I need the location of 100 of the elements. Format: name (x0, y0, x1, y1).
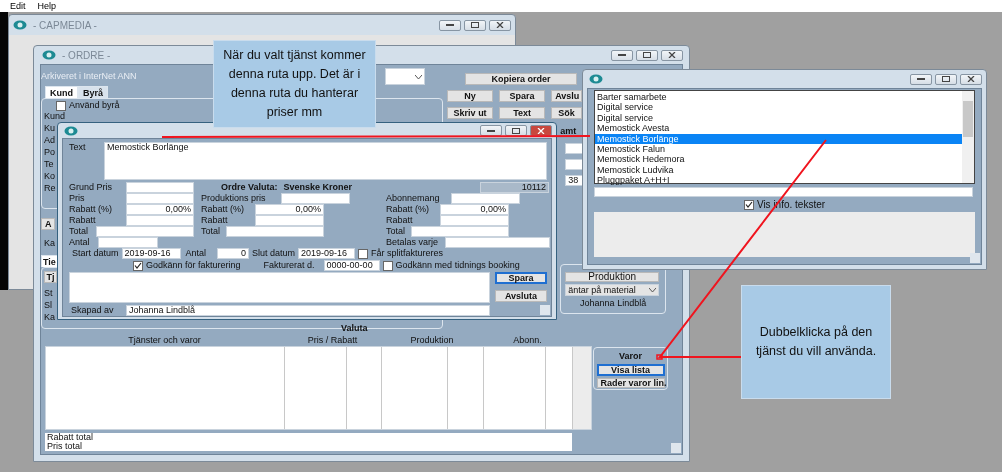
resize-grip[interactable] (970, 253, 980, 263)
minimize-icon (618, 53, 626, 57)
list-item[interactable]: Memostick Ludvika (595, 164, 962, 176)
button[interactable]: Visa lista (596, 364, 665, 376)
input-field[interactable] (226, 226, 324, 237)
date-field[interactable]: 2019-09-16 (121, 248, 181, 259)
input-field[interactable] (440, 215, 509, 226)
button[interactable]: Spara (495, 272, 547, 284)
date-field[interactable]: 2019-09-16 (298, 248, 356, 259)
input-field[interactable] (126, 193, 194, 204)
text-area[interactable]: Memostick Borlänge (104, 142, 547, 180)
menu-item[interactable]: Help (37, 0, 57, 12)
field-label: Ka (44, 312, 55, 323)
field-label: Rabatt (%) (386, 204, 430, 215)
list-item[interactable]: Memostick Borlänge (595, 133, 962, 144)
maximize-icon (942, 76, 950, 82)
field-label: Rabatt (%) (201, 204, 245, 215)
maximize-button[interactable] (505, 125, 527, 136)
checkbox[interactable] (133, 260, 143, 271)
button[interactable]: Ny (447, 90, 494, 102)
checkbox[interactable] (56, 100, 66, 111)
list-item[interactable]: Memostick Falun (595, 143, 962, 155)
column-header: Tjänster och varor (127, 335, 202, 346)
button[interactable]: Avsluta (495, 290, 547, 302)
input-field[interactable]: Johanna Lindblå (126, 305, 490, 316)
close-button[interactable] (960, 73, 982, 85)
list-item[interactable]: Digital service (595, 112, 962, 124)
field-label: Fakturerat d. (263, 260, 315, 271)
field-label: Te (44, 159, 54, 170)
input-field[interactable] (126, 182, 194, 193)
checkbox[interactable] (382, 260, 393, 271)
close-button[interactable] (530, 125, 552, 136)
button[interactable]: Tj (44, 271, 57, 283)
close-icon (496, 22, 504, 28)
list-item[interactable]: Digital service (595, 102, 962, 113)
list-item[interactable]: Memostick Hedemora (595, 154, 962, 165)
maximize-button[interactable] (636, 49, 658, 61)
tab[interactable]: Kund (45, 86, 78, 98)
date-field[interactable]: 0000-00-00 (323, 260, 380, 271)
input-field[interactable] (445, 237, 550, 248)
input-field[interactable]: 0,00% (255, 204, 324, 215)
search-field[interactable] (594, 187, 973, 197)
logo-icon (13, 20, 27, 30)
status-dropdown[interactable]: äntar på material (565, 284, 660, 296)
button[interactable]: Sök (551, 107, 583, 119)
input-field[interactable] (255, 215, 324, 226)
column-header: Pris / Rabatt (306, 335, 359, 346)
scrollbar[interactable] (573, 347, 591, 429)
close-icon (537, 127, 545, 134)
scrollbar[interactable] (962, 91, 974, 183)
field-label: Rabatt (201, 215, 229, 226)
button[interactable]: Spara (499, 90, 546, 102)
resize-grip[interactable] (671, 443, 681, 453)
field-label: Produktions pris (201, 193, 267, 204)
tab[interactable]: Tie (41, 255, 58, 267)
list-item[interactable]: Barter samarbete (595, 92, 962, 103)
field-label: Text (69, 142, 87, 153)
button[interactable]: A (41, 218, 55, 230)
production-header[interactable]: Produktion (565, 272, 660, 282)
field-label: Total (69, 226, 89, 237)
field-label: Antal (69, 237, 91, 248)
checkbox[interactable] (743, 199, 754, 210)
button[interactable]: Avslu (551, 90, 583, 102)
maximize-icon (512, 127, 520, 134)
close-button[interactable] (661, 49, 683, 61)
menu-item[interactable]: Edit (10, 0, 26, 12)
maximize-icon (471, 22, 479, 28)
checkbox[interactable] (358, 248, 369, 259)
minimize-button[interactable] (439, 19, 461, 31)
input-field[interactable]: 0 (217, 248, 250, 259)
close-button[interactable] (489, 19, 511, 31)
list-item[interactable]: Pluggpaket A+H+I (595, 175, 962, 186)
input-field[interactable] (451, 193, 520, 204)
list-item[interactable]: Memostick Avesta (595, 123, 962, 134)
input-field[interactable] (281, 193, 350, 204)
input-field[interactable] (126, 215, 194, 226)
field-label: Sl (44, 300, 52, 311)
logo-icon (589, 74, 603, 84)
resize-grip[interactable] (540, 305, 550, 315)
scrollbar-thumb[interactable] (963, 101, 973, 137)
button[interactable]: Rader varor lin. (596, 378, 665, 388)
button[interactable]: Text (499, 107, 546, 119)
input-field[interactable] (98, 237, 158, 248)
maximize-button[interactable] (464, 19, 486, 31)
input-field[interactable] (411, 226, 509, 237)
maximize-button[interactable] (935, 73, 957, 85)
minimize-button[interactable] (910, 73, 932, 85)
tab[interactable]: Byrå (78, 86, 108, 98)
input-field[interactable] (96, 226, 194, 237)
dropdown-field[interactable] (385, 68, 426, 85)
input-field[interactable]: 0,00% (126, 204, 194, 215)
column-header: Abonn. (512, 335, 543, 346)
copy-order-button[interactable]: Kopiera order (465, 73, 578, 85)
input-field[interactable]: 0,00% (440, 204, 509, 215)
currency-label: Ordre Valuta: (221, 182, 278, 193)
minimize-button[interactable] (480, 125, 502, 136)
button[interactable]: Skriv ut (447, 107, 494, 119)
field-label: Rabatt (%) (69, 204, 113, 215)
minimize-button[interactable] (611, 49, 633, 61)
checkbox-label: Godkänn med tidnings booking (395, 260, 520, 271)
